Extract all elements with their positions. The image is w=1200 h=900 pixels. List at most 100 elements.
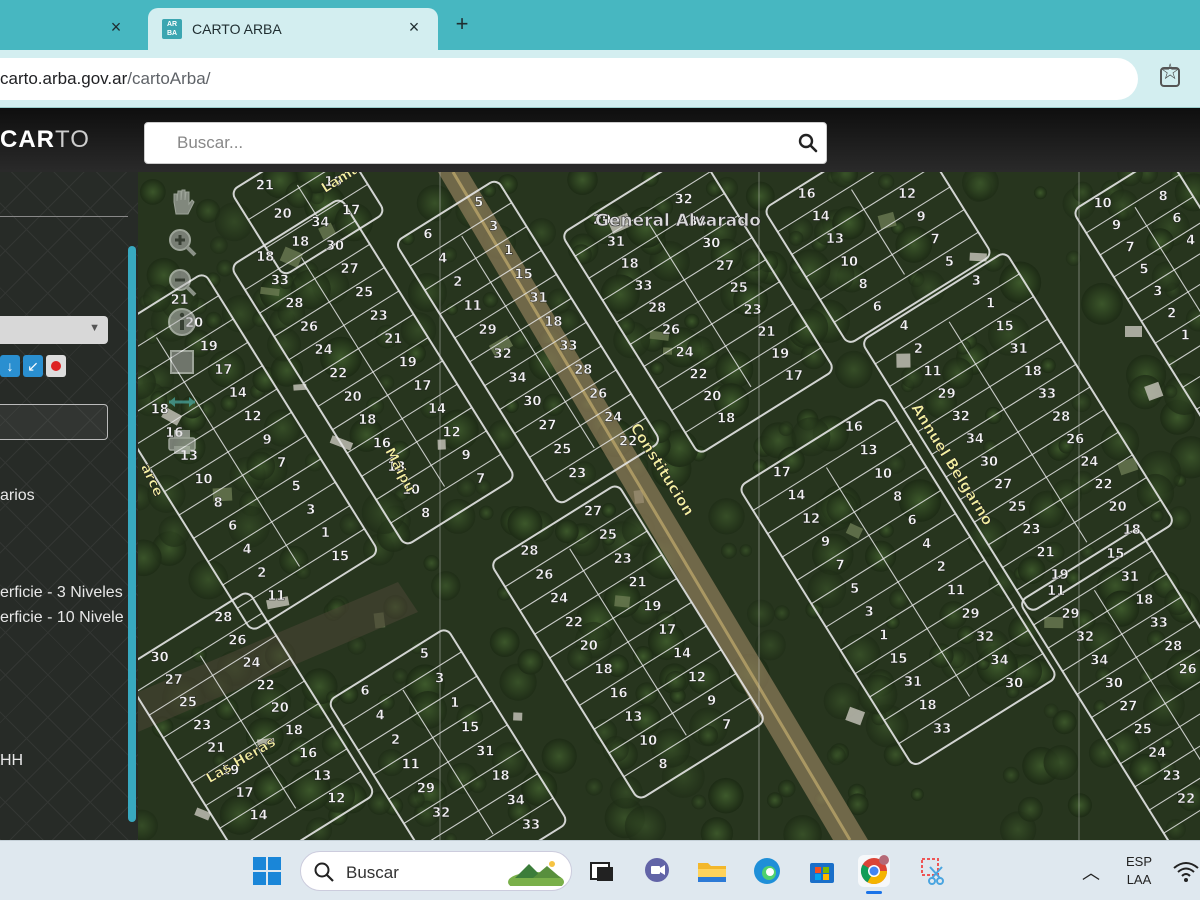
tree: [684, 313, 700, 329]
tree: [1081, 282, 1123, 325]
search-icon[interactable]: [798, 133, 818, 153]
zoom-to-layer-icon[interactable]: ↙: [23, 355, 43, 377]
search-icon: [314, 862, 334, 882]
arba-favicon-icon: AR BA: [162, 19, 182, 39]
lot-number: 23: [193, 718, 211, 733]
lot-number: 7: [931, 232, 940, 247]
windows-start-icon[interactable]: [252, 856, 282, 886]
lot-number: 15: [331, 549, 349, 564]
tree: [1067, 793, 1092, 818]
measure-icon[interactable]: [166, 386, 198, 418]
tree: [878, 173, 895, 190]
tree: [321, 729, 351, 758]
tree: [507, 506, 543, 542]
lot-number: 27: [716, 259, 734, 274]
lot-number: 3: [435, 672, 444, 687]
language-indicator[interactable]: ESP LAA: [1122, 853, 1156, 889]
print-icon[interactable]: [166, 426, 198, 458]
search-input[interactable]: [177, 133, 777, 153]
panel-input[interactable]: [0, 404, 108, 440]
lot-number: 34: [507, 793, 525, 808]
lot-number: 3: [489, 220, 498, 235]
tree: [158, 515, 191, 547]
select-area-icon[interactable]: [166, 346, 198, 378]
taskbar-search[interactable]: Buscar: [300, 851, 572, 891]
panel-scrollbar[interactable]: [128, 246, 136, 822]
lot-number: 4: [243, 543, 252, 558]
lot-number: 4: [438, 251, 447, 266]
lot-number: 15: [1106, 547, 1124, 562]
lot-number: 10: [874, 467, 892, 482]
tree: [1146, 630, 1166, 649]
new-tab-button[interactable]: +: [450, 12, 474, 36]
url-field[interactable]: carto.arba.gov.ar/cartoArba/: [0, 58, 1138, 100]
lot-number: 26: [228, 633, 246, 648]
snipping-tool-icon[interactable]: [918, 855, 950, 887]
building-roof: [614, 595, 631, 608]
tree: [431, 571, 461, 601]
lot-number: 18: [285, 724, 303, 739]
close-tab-icon[interactable]: ×: [106, 17, 126, 38]
app-header: CARTO: [0, 108, 1200, 172]
lot-number: 12: [802, 512, 820, 527]
chrome-browser-icon[interactable]: [858, 855, 890, 894]
lot-number: 4: [900, 319, 909, 334]
lot-number: 32: [1076, 630, 1094, 645]
remove-layer-icon[interactable]: [46, 355, 66, 377]
file-explorer-icon[interactable]: [696, 855, 728, 887]
tree: [188, 559, 229, 600]
tree: [601, 503, 616, 518]
move-down-icon[interactable]: ↓: [0, 355, 20, 377]
lot-number: 23: [1022, 523, 1040, 538]
tree: [1043, 703, 1059, 719]
microsoft-store-icon[interactable]: [806, 855, 838, 887]
url-host: carto.arba.gov.ar: [0, 69, 128, 88]
lot-number: 1: [504, 243, 513, 258]
lot-number: 3: [865, 605, 874, 620]
task-view-icon[interactable]: [587, 855, 619, 887]
lot-number: 10: [194, 473, 212, 488]
carto-logo[interactable]: CARTO: [0, 126, 90, 154]
lot-number: 27: [994, 477, 1012, 492]
lot-number: 32: [976, 630, 994, 645]
lot-number: 9: [263, 433, 272, 448]
lot-number: 31: [904, 675, 922, 690]
edge-browser-icon[interactable]: [751, 855, 783, 887]
tree: [1033, 186, 1047, 200]
layer-select[interactable]: ▼: [0, 316, 108, 344]
wifi-icon[interactable]: [1172, 859, 1200, 883]
lot-number: 33: [522, 818, 540, 833]
teams-chat-icon[interactable]: [641, 855, 673, 887]
lot-number: 27: [1119, 700, 1137, 715]
tree: [423, 555, 440, 572]
lot-number: 12: [327, 792, 345, 807]
lot-number: 30: [1005, 677, 1023, 692]
lot-number: 34: [311, 216, 329, 231]
extension-icon[interactable]: [1160, 67, 1180, 87]
lot-number: 17: [342, 203, 360, 218]
info-icon[interactable]: [166, 306, 198, 338]
tab-previous[interactable]: ×: [0, 8, 140, 50]
lot-number: 29: [479, 323, 497, 338]
chevron-up-icon[interactable]: ︿: [1082, 859, 1100, 885]
tab-carto-arba[interactable]: AR BA CARTO ARBA ×: [148, 8, 438, 50]
lot-number: 19: [771, 347, 789, 362]
pan-hand-icon[interactable]: [166, 186, 198, 218]
close-tab-icon[interactable]: ×: [404, 17, 424, 38]
tree: [752, 459, 768, 475]
lot-number: 18: [291, 235, 309, 250]
zoom-in-icon[interactable]: [166, 226, 198, 258]
tree: [774, 605, 790, 621]
tree: [898, 479, 942, 522]
tree: [216, 259, 234, 277]
zoom-out-icon[interactable]: [166, 266, 198, 298]
lot-number: 6: [360, 684, 369, 699]
tree: [489, 627, 520, 657]
lot-number: 28: [214, 611, 232, 626]
map-canvas[interactable]: 18 34 33 30 28 27 26 25 24 23 22 21 20 19 18 17 16 14 13 12…: [138, 172, 1200, 840]
tree: [742, 247, 767, 272]
lot-number: 10: [1094, 196, 1112, 211]
tree: [715, 350, 754, 389]
lot-number: 22: [1177, 792, 1195, 807]
lot-number: 22: [329, 367, 347, 382]
